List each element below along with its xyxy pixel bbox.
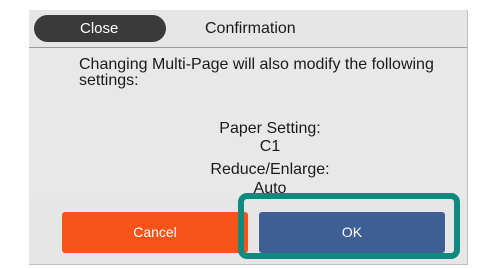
confirmation-dialog: Close Confirmation Changing Multi-Page w… [29, 10, 468, 265]
cancel-button[interactable]: Cancel [62, 212, 248, 253]
reduce-enlarge-label: Reduce/Enlarge: [210, 161, 330, 178]
dialog-content: Changing Multi-Page will also modify the… [29, 49, 467, 199]
paper-setting-label: Paper Setting: [219, 120, 321, 137]
dialog-header: Close Confirmation [29, 10, 467, 48]
reduce-enlarge-value: Auto [253, 180, 287, 197]
close-button[interactable]: Close [34, 15, 166, 42]
confirmation-message: Changing Multi-Page will also modify the… [79, 56, 434, 89]
ok-button[interactable]: OK [259, 212, 445, 253]
paper-setting-value: C1 [259, 138, 281, 155]
dialog-button-bar: Cancel OK [29, 199, 467, 264]
dialog-title: Confirmation [205, 20, 296, 37]
